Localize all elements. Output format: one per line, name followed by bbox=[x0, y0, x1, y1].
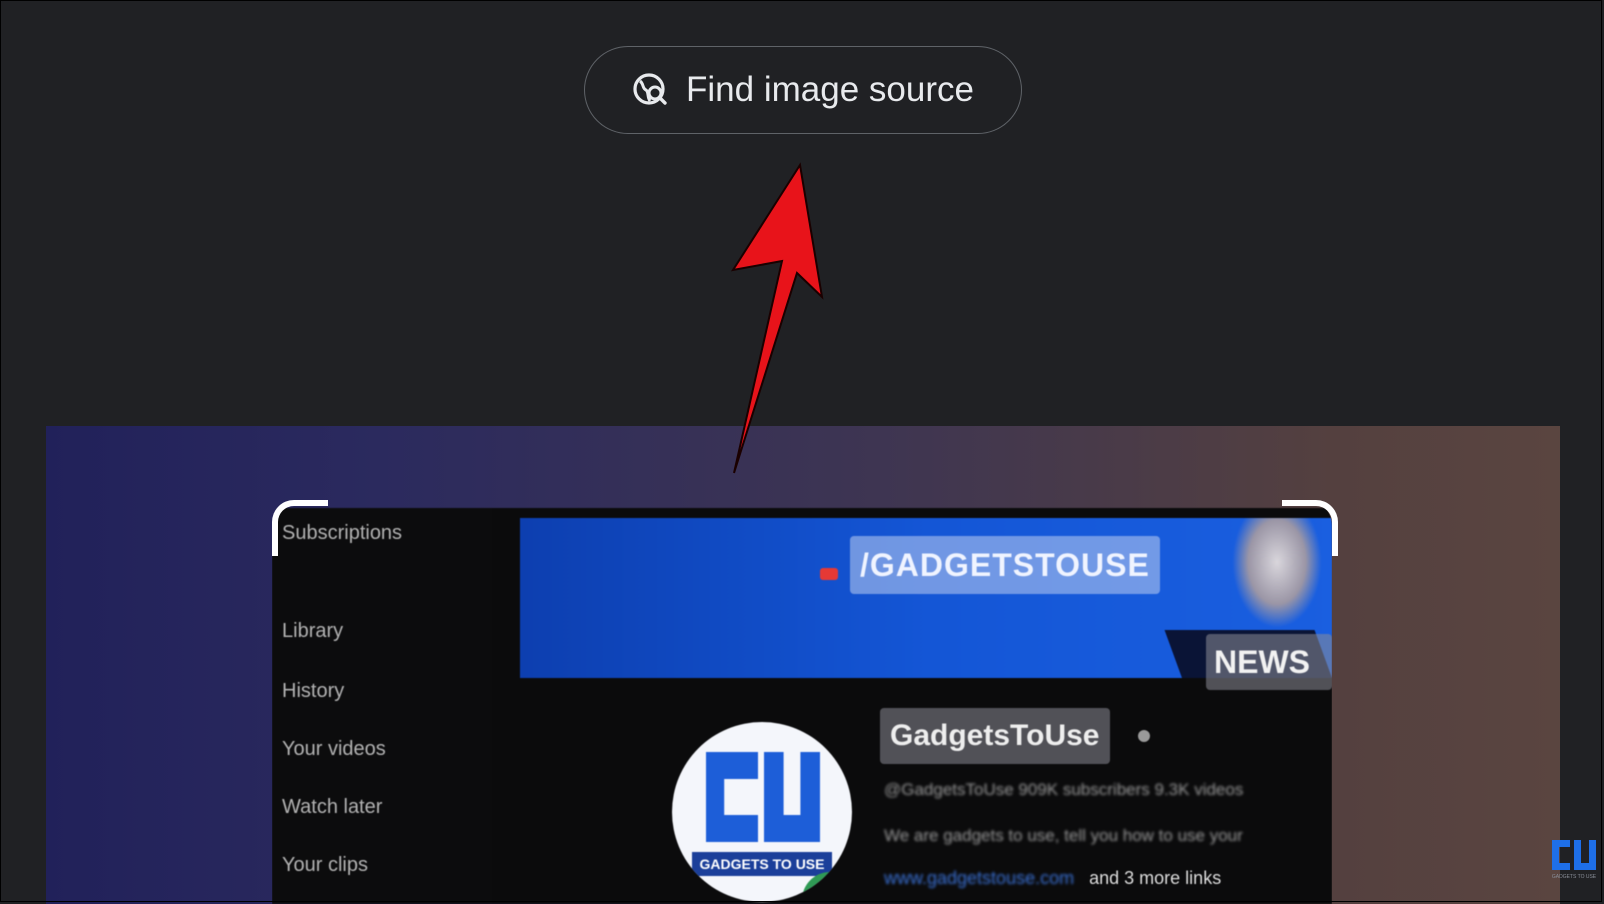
crop-selection[interactable]: Subscriptions Library History Your video… bbox=[272, 500, 1332, 904]
nav-item-your-videos: Your videos bbox=[282, 738, 386, 760]
nav-item-history: History bbox=[282, 680, 345, 702]
find-image-source-label: Find image source bbox=[686, 70, 974, 109]
find-image-source-button[interactable]: Find image source bbox=[584, 46, 1022, 134]
nav-item-watch-later: Watch later bbox=[282, 796, 383, 818]
crop-handle-top-left[interactable] bbox=[272, 500, 328, 556]
avatar-badge bbox=[802, 872, 852, 902]
channel-name: GadgetsToUse bbox=[880, 708, 1110, 764]
banner-handle: /GADGETSTOUSE bbox=[850, 536, 1160, 594]
side-nav: Subscriptions Library History Your video… bbox=[272, 508, 492, 904]
channel-links: www.gadgetstouse.com and 3 more links bbox=[884, 868, 1221, 889]
youtube-icon bbox=[820, 568, 838, 580]
verified-icon bbox=[1138, 730, 1150, 742]
nav-item-library: Library bbox=[282, 620, 344, 642]
channel-screenshot: Subscriptions Library History Your video… bbox=[272, 508, 1332, 904]
watermark-logo: GADGETS TO USE bbox=[1552, 840, 1597, 880]
avatar-text: GADGETS TO USE bbox=[692, 852, 832, 876]
nav-item-your-clips: Your clips bbox=[282, 854, 368, 876]
red-arrow-annotation bbox=[730, 162, 824, 474]
channel-meta: @GadgetsToUse 909K subscribers 9.3K vide… bbox=[884, 780, 1244, 799]
channel-description: We are gadgets to use, tell you how to u… bbox=[884, 826, 1243, 845]
watermark-text: GADGETS TO USE bbox=[1552, 874, 1597, 880]
banner-news-tag: NEWS bbox=[1206, 634, 1332, 690]
channel-avatar: GADGETS TO USE bbox=[672, 722, 852, 902]
channel-link: www.gadgetstouse.com bbox=[884, 868, 1075, 888]
crop-handle-top-right[interactable] bbox=[1282, 500, 1338, 556]
logo-g-shape bbox=[706, 752, 758, 842]
more-links: and 3 more links bbox=[1089, 868, 1222, 888]
lens-search-icon bbox=[632, 71, 670, 109]
logo-u-shape bbox=[764, 752, 820, 842]
